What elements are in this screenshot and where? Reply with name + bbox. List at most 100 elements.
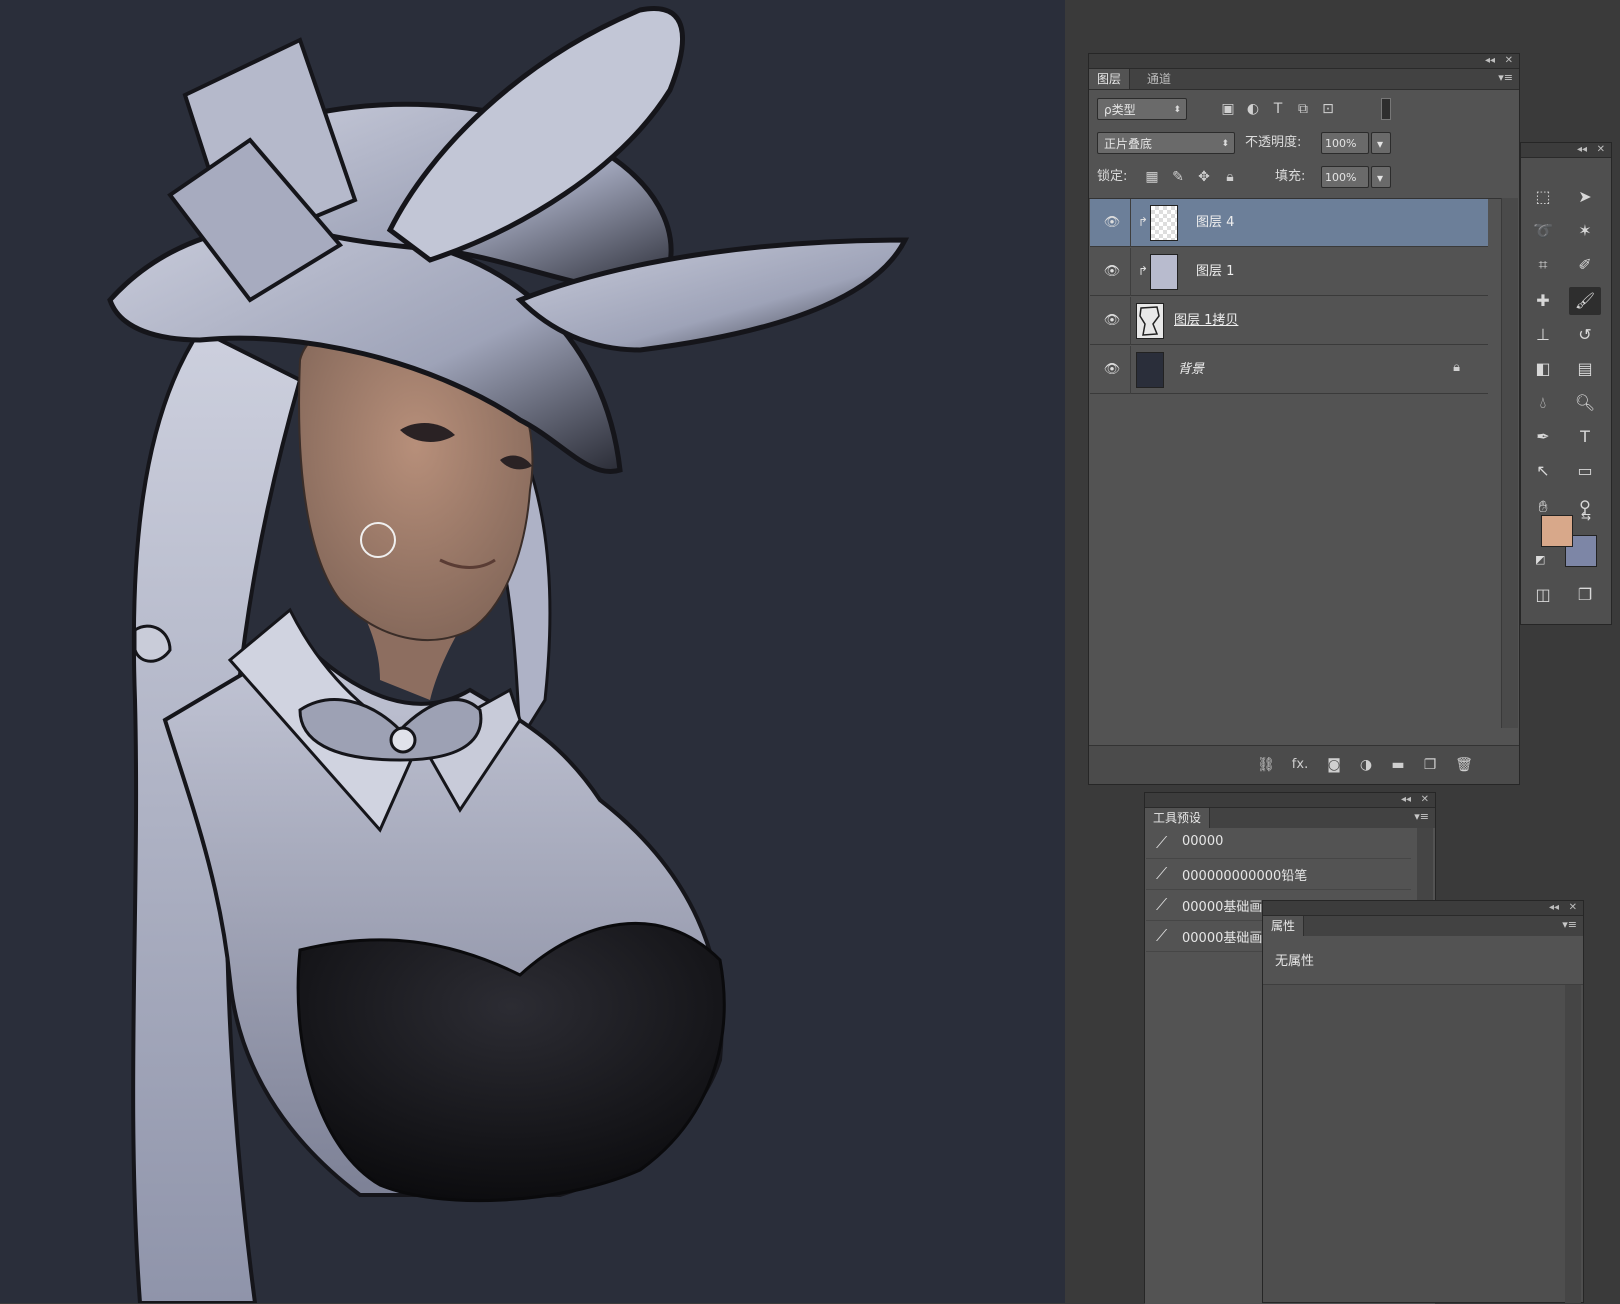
layer-row-background[interactable]: 👁︎ 背景 🔒︎ (1090, 346, 1488, 394)
filter-type-icon[interactable]: T (1269, 100, 1287, 118)
collapse-icon[interactable]: ◂◂ (1485, 54, 1495, 68)
path-selection-tool-icon[interactable]: ↖ (1527, 457, 1559, 485)
move-tool-icon[interactable]: ➤ (1569, 183, 1601, 211)
clone-stamp-tool-icon[interactable]: ⊥ (1527, 321, 1559, 349)
tool-presets-tabbar: 工具预设 ▾≡ (1145, 808, 1435, 829)
quick-mask-icon[interactable]: ◫ (1527, 581, 1559, 609)
eyedropper-tool-icon[interactable]: ✐ (1569, 251, 1601, 279)
close-icon[interactable]: ✕ (1421, 793, 1429, 807)
collapse-icon[interactable]: ◂◂ (1549, 901, 1559, 915)
opacity-slider-button[interactable]: ▾ (1371, 132, 1391, 154)
tab-properties[interactable]: 属性 (1263, 916, 1305, 936)
layer-list: 👁︎ ↱ 图层 4 👁︎ ↱ 图层 1 👁︎ 图层 1拷贝 👁︎ 背景 🔒︎ (1089, 198, 1501, 729)
panel-menu-icon[interactable]: ▾≡ (1562, 918, 1577, 931)
filter-toggle-switch[interactable] (1381, 98, 1391, 120)
close-icon[interactable]: ✕ (1569, 901, 1577, 915)
visibility-eye-icon[interactable]: 👁︎ (1102, 311, 1122, 331)
collapse-icon[interactable]: ◂◂ (1401, 793, 1411, 807)
dodge-tool-icon[interactable]: 🔍︎ (1569, 389, 1601, 417)
filter-smart-object-icon[interactable]: ⊡ (1319, 100, 1337, 118)
tab-layers[interactable]: 图层 (1089, 69, 1131, 89)
tab-tool-presets[interactable]: 工具预设 (1145, 808, 1211, 828)
layer-row-layer-4[interactable]: 👁︎ ↱ 图层 4 (1090, 199, 1488, 247)
close-icon[interactable]: ✕ (1597, 143, 1605, 157)
visibility-eye-icon[interactable]: 👁︎ (1102, 360, 1122, 380)
lock-image-brush-icon[interactable]: ✎ (1169, 168, 1187, 186)
opacity-label: 不透明度: (1245, 135, 1302, 150)
lock-position-move-icon[interactable]: ✥ (1195, 168, 1213, 186)
lock-all-icon[interactable]: 🔒︎ (1221, 168, 1239, 186)
no-properties-text: 无属性 (1275, 954, 1315, 969)
history-brush-tool-icon[interactable]: ↺ (1569, 321, 1601, 349)
layer-name[interactable]: 图层 1 (1196, 262, 1234, 282)
swap-colors-icon[interactable]: ⇆ (1581, 509, 1591, 523)
filter-kind-select[interactable]: ρ类型 ⬍ (1097, 98, 1187, 120)
lock-icon: 🔒︎ (1453, 360, 1460, 375)
default-colors-icon[interactable]: ◩ (1535, 553, 1545, 566)
blend-mode-select[interactable]: 正片叠底 ⬍ (1097, 132, 1235, 154)
crop-tool-icon[interactable]: ⌗ (1527, 251, 1559, 279)
opacity-input[interactable]: 100% (1321, 132, 1369, 154)
magic-wand-tool-icon[interactable]: ✶ (1569, 217, 1601, 245)
layer-list-scrollbar[interactable] (1501, 198, 1518, 728)
filter-adjustment-icon[interactable]: ◐ (1244, 100, 1262, 118)
properties-scrollbar[interactable] (1565, 985, 1581, 1303)
trash-icon[interactable]: 🗑︎ (1455, 756, 1473, 774)
properties-topbar[interactable]: ◂◂ ✕ (1263, 901, 1583, 916)
link-icon[interactable]: ⛓︎ (1257, 756, 1275, 774)
layer-thumbnail (1150, 205, 1178, 241)
rectangle-tool-icon[interactable]: ▭ (1569, 457, 1601, 485)
fx-icon[interactable]: fx. (1291, 756, 1309, 774)
preset-item[interactable]: ⟋ 00000 (1146, 828, 1411, 859)
layer-thumbnail (1150, 254, 1178, 290)
brush-preset-icon: ⟋ (1156, 864, 1168, 883)
adjustment-icon[interactable]: ◑ (1357, 756, 1375, 774)
fill-slider-button[interactable]: ▾ (1371, 166, 1391, 188)
filter-pixel-icon[interactable]: ▣ (1219, 100, 1237, 118)
healing-brush-tool-icon[interactable]: ✚ (1527, 287, 1559, 315)
lock-transparent-icon[interactable]: ▦ (1143, 168, 1161, 186)
preset-name: 00000基础画 (1182, 931, 1263, 946)
panel-menu-icon[interactable]: ▾≡ (1498, 71, 1513, 84)
collapse-icon[interactable]: ◂◂ (1577, 143, 1587, 157)
eraser-tool-icon[interactable]: ◧ (1527, 355, 1559, 383)
fill-input[interactable]: 100% (1321, 166, 1369, 188)
lasso-tool-icon[interactable]: ➰ (1527, 217, 1559, 245)
gradient-tool-icon[interactable]: ▤ (1569, 355, 1601, 383)
mask-icon[interactable]: ◙ (1325, 756, 1343, 774)
screen-mode-icon[interactable]: ❐ (1569, 581, 1601, 609)
document-canvas[interactable] (0, 0, 1065, 1303)
panel-menu-icon[interactable]: ▾≡ (1414, 810, 1429, 823)
tab-channels[interactable]: 通道 (1139, 69, 1179, 89)
close-icon[interactable]: ✕ (1505, 54, 1513, 68)
layer-thumbnail (1136, 303, 1164, 339)
properties-panel: ◂◂ ✕ 属性 ▾≡ 无属性 (1262, 900, 1584, 1303)
layers-panel-topbar[interactable]: ◂◂ ✕ (1089, 54, 1519, 69)
properties-tabbar: 属性 ▾≡ (1263, 916, 1583, 937)
type-tool-icon[interactable]: T (1569, 423, 1601, 451)
new-layer-icon[interactable]: ❐ (1421, 756, 1439, 774)
visibility-eye-icon[interactable]: 👁︎ (1102, 262, 1122, 282)
foreground-color-swatch[interactable] (1541, 515, 1573, 547)
brush-tool-icon[interactable]: 🖌︎ (1569, 287, 1601, 315)
pen-tool-icon[interactable]: ✒ (1527, 423, 1559, 451)
preset-name: 00000基础画 (1182, 900, 1263, 915)
visibility-eye-icon[interactable]: 👁︎ (1102, 213, 1122, 233)
toolbox-panel: ◂◂ ✕ ⬚ ➤ ➰ ✶ ⌗ ✐ ✚ 🖌︎ ⊥ ↺ ◧ ▤ 💧︎ 🔍︎ ✒ T … (1520, 142, 1612, 625)
toolbox-topbar[interactable]: ◂◂ ✕ (1521, 143, 1611, 158)
layer-name[interactable]: 图层 4 (1196, 213, 1234, 233)
marquee-tool-icon[interactable]: ⬚ (1527, 183, 1559, 211)
layer-row-layer-1[interactable]: 👁︎ ↱ 图层 1 (1090, 248, 1488, 296)
tool-presets-topbar[interactable]: ◂◂ ✕ (1145, 793, 1435, 808)
preset-item[interactable]: ⟋ 000000000000铅笔 (1146, 859, 1411, 890)
clipping-mask-icon: ↱ (1138, 215, 1149, 229)
filter-shape-icon[interactable]: ⧉ (1294, 100, 1312, 118)
layer-name[interactable]: 图层 1拷贝 (1174, 311, 1238, 331)
brush-preset-icon: ⟋ (1156, 895, 1168, 914)
row-divider (1130, 199, 1131, 247)
layer-name[interactable]: 背景 (1178, 360, 1204, 380)
layer-row-layer-1-copy[interactable]: 👁︎ 图层 1拷贝 (1090, 297, 1488, 345)
properties-header: 无属性 (1263, 936, 1583, 985)
blur-tool-icon[interactable]: 💧︎ (1527, 389, 1559, 417)
group-folder-icon[interactable]: ▬ (1389, 756, 1407, 774)
